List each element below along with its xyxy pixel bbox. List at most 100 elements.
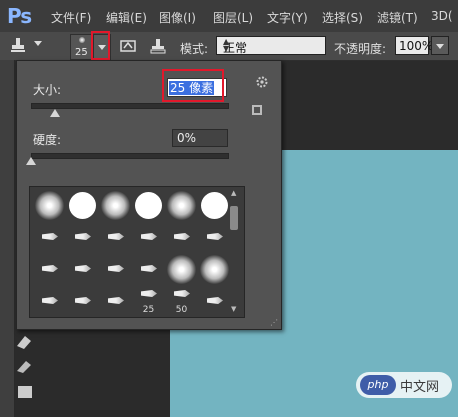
brush-tip-icon bbox=[108, 265, 124, 272]
soft-round-brush-preset[interactable] bbox=[100, 190, 131, 221]
menu-3d[interactable]: 3D( bbox=[431, 9, 453, 23]
brush-tip-icon bbox=[207, 233, 223, 240]
menu-edit[interactable]: 编辑(E) bbox=[106, 9, 147, 26]
menu-select[interactable]: 选择(S) bbox=[322, 9, 363, 26]
opacity-dropdown-button[interactable] bbox=[431, 36, 449, 55]
stroke-brush-preset[interactable] bbox=[133, 222, 164, 253]
soft-round-brush-icon bbox=[101, 191, 130, 220]
hardness-slider-track[interactable] bbox=[31, 153, 229, 159]
scroll-down-icon[interactable]: ▼ bbox=[231, 305, 236, 313]
soft-round-brush-preset[interactable] bbox=[166, 254, 197, 285]
size-slider-track[interactable] bbox=[31, 103, 229, 109]
soft-round-brush-preset[interactable] bbox=[166, 190, 197, 221]
brush-tip-icon bbox=[75, 265, 91, 272]
brush-tip-icon bbox=[42, 233, 58, 240]
menu-bar: Ps 文件(F) 编辑(E) 图像(I) 图层(L) 文字(Y) 选择(S) 滤… bbox=[0, 0, 458, 32]
size-label: 大小: bbox=[33, 83, 62, 97]
stroke-brush-preset[interactable] bbox=[199, 222, 230, 253]
mode-label: 模式: bbox=[180, 42, 209, 56]
brush-preset-grid: 25 50 bbox=[29, 186, 245, 318]
hard-round-brush-icon bbox=[69, 192, 96, 219]
stroke-brush-preset[interactable] bbox=[67, 286, 98, 317]
soft-round-brush-preset[interactable] bbox=[199, 254, 230, 285]
brush-tip-icon bbox=[174, 233, 190, 240]
stroke-brush-preset[interactable] bbox=[34, 286, 65, 317]
brush-preset-picker: 大小: 25 像素 硬度: 0% 25 50 ▲ ▼ ⋰ bbox=[16, 60, 282, 330]
size-slider-thumb[interactable] bbox=[49, 109, 60, 117]
soft-brush-dot-icon bbox=[79, 37, 85, 43]
photoshop-logo: Ps bbox=[7, 4, 32, 28]
stroke-brush-preset[interactable] bbox=[100, 286, 131, 317]
clone-stamp-icon[interactable] bbox=[9, 36, 27, 54]
soft-round-brush-icon bbox=[167, 255, 196, 284]
brush-size-label: 25 bbox=[142, 305, 155, 315]
stroke-brush-preset[interactable] bbox=[67, 222, 98, 253]
brush-size-preview-label: 25 bbox=[75, 47, 88, 58]
blur-tool-icon[interactable] bbox=[14, 382, 36, 402]
mode-select[interactable]: 正常 ▲ ▼ bbox=[216, 36, 326, 55]
brush-tip-icon bbox=[42, 297, 58, 304]
options-bar: 25 模式: 正常 ▲ ▼ 不透明度: 100% bbox=[0, 32, 458, 61]
stroke-brush-preset[interactable] bbox=[199, 286, 230, 317]
menu-type[interactable]: 文字(Y) bbox=[267, 9, 308, 26]
brush-tip-icon bbox=[207, 297, 223, 304]
stroke-brush-preset[interactable] bbox=[67, 254, 98, 285]
hard-round-brush-icon bbox=[201, 192, 228, 219]
menu-file[interactable]: 文件(F) bbox=[51, 9, 91, 26]
hard-round-brush-icon bbox=[135, 192, 162, 219]
hard-round-brush-preset[interactable] bbox=[67, 190, 98, 221]
up-down-arrows-icon: ▲ ▼ bbox=[223, 37, 230, 53]
tool-preset-caret-icon[interactable] bbox=[34, 41, 42, 46]
hard-round-brush-preset[interactable] bbox=[133, 190, 164, 221]
brush-tip-icon bbox=[108, 297, 124, 304]
brush-tip-icon bbox=[42, 265, 58, 272]
opacity-value: 100% bbox=[399, 39, 434, 53]
brush-tip-icon bbox=[108, 233, 124, 240]
gear-icon[interactable] bbox=[255, 75, 269, 89]
watermark-text: 中文网 bbox=[400, 380, 440, 395]
php-logo: php bbox=[360, 375, 396, 395]
brush-tip-icon bbox=[75, 297, 91, 304]
highlight-box-dropdown bbox=[91, 31, 110, 60]
stroke-brush-preset[interactable] bbox=[34, 254, 65, 285]
stroke-brush-preset[interactable] bbox=[34, 222, 65, 253]
preset-scrollbar[interactable]: ▲ ▼ bbox=[229, 188, 239, 314]
menu-layer[interactable]: 图层(L) bbox=[213, 9, 253, 26]
stroke-brush-preset[interactable] bbox=[133, 254, 164, 285]
new-preset-icon[interactable] bbox=[251, 104, 263, 116]
hardness-input[interactable]: 0% bbox=[172, 129, 228, 147]
soft-round-brush-icon bbox=[167, 191, 196, 220]
toggle-brush-panel-icon[interactable] bbox=[120, 38, 136, 54]
stroke-brush-preset[interactable] bbox=[100, 222, 131, 253]
gradient-tool-icon[interactable] bbox=[14, 356, 36, 376]
opacity-input[interactable]: 100% bbox=[395, 36, 433, 55]
brush-tip-icon bbox=[141, 233, 157, 240]
brush-tip-icon bbox=[75, 233, 91, 240]
hard-round-brush-preset[interactable] bbox=[199, 190, 230, 221]
soft-round-brush-icon bbox=[200, 255, 229, 284]
soft-round-brush-icon bbox=[35, 191, 64, 220]
scroll-up-icon[interactable]: ▲ bbox=[231, 189, 236, 197]
hardness-slider-thumb[interactable] bbox=[26, 157, 36, 165]
brush-tip-icon bbox=[174, 290, 190, 297]
stroke-brush-preset[interactable] bbox=[166, 222, 197, 253]
resize-grip-icon[interactable]: ⋰ bbox=[270, 318, 278, 327]
brush-tip-icon bbox=[141, 265, 157, 272]
opacity-label: 不透明度: bbox=[334, 42, 387, 56]
scroll-thumb[interactable] bbox=[230, 206, 238, 230]
soft-round-brush-preset[interactable] bbox=[34, 190, 65, 221]
tools-panel bbox=[0, 60, 15, 417]
brush-size-label: 50 bbox=[175, 305, 188, 315]
hardness-value: 0% bbox=[177, 131, 197, 145]
php-watermark: php 中文网 bbox=[356, 372, 452, 398]
clone-source-panel-icon[interactable] bbox=[150, 38, 166, 54]
eraser-tool-icon[interactable] bbox=[14, 332, 36, 352]
stroke-brush-preset[interactable]: 25 bbox=[133, 286, 164, 317]
highlight-box-size bbox=[162, 69, 224, 102]
stroke-brush-preset[interactable]: 50 bbox=[166, 286, 197, 317]
stroke-brush-preset[interactable] bbox=[100, 254, 131, 285]
menu-image[interactable]: 图像(I) bbox=[159, 9, 196, 26]
hardness-label: 硬度: bbox=[33, 133, 62, 147]
chevron-down-icon bbox=[436, 44, 444, 49]
menu-filter[interactable]: 滤镜(T) bbox=[377, 9, 418, 26]
